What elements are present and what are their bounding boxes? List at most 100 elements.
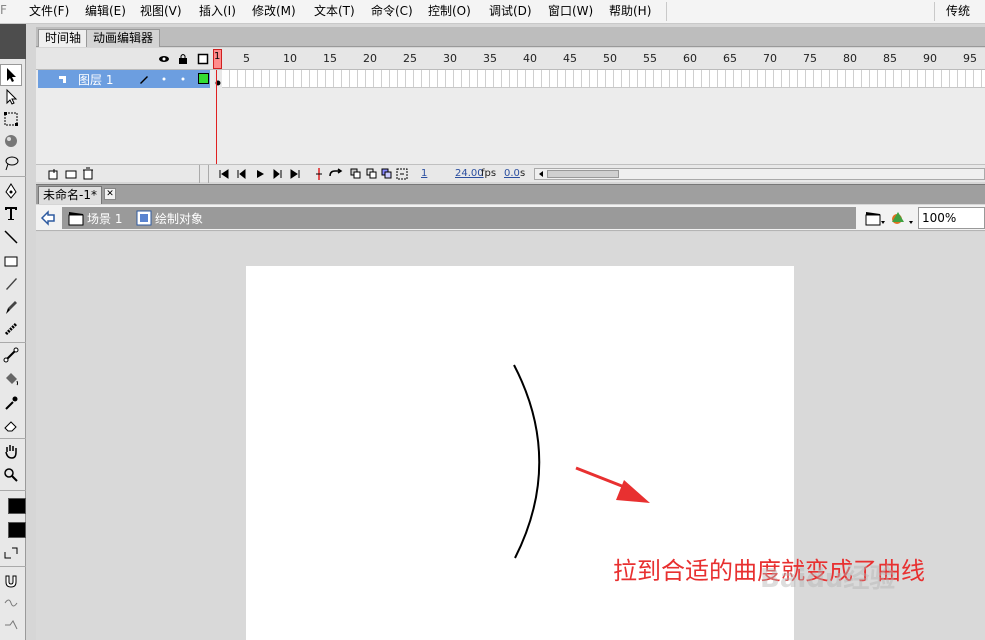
menu-window[interactable]: 窗口(W) xyxy=(548,3,593,19)
lasso-tool-icon[interactable] xyxy=(0,152,22,174)
delete-layer-icon[interactable] xyxy=(82,167,94,180)
layer-row[interactable]: 图层 1 xyxy=(38,70,210,88)
new-folder-icon[interactable] xyxy=(65,168,77,180)
tab-motion-editor[interactable]: 动画编辑器 xyxy=(86,29,161,47)
lock-icon[interactable] xyxy=(177,53,189,65)
menu-control[interactable]: 控制(O) xyxy=(428,3,471,19)
layer-outline-color-icon[interactable] xyxy=(198,73,209,84)
line-tool-icon[interactable] xyxy=(0,226,22,248)
menu-help[interactable]: 帮助(H) xyxy=(609,3,651,19)
center-frame-icon[interactable] xyxy=(314,168,324,180)
ruler-tick: 25 xyxy=(403,52,417,65)
menu-view[interactable]: 视图(V) xyxy=(140,3,182,19)
document-tab[interactable]: 未命名-1* xyxy=(38,186,102,204)
workspace-divider xyxy=(934,2,935,21)
timeline-tabbar: 时间轴 动画编辑器 xyxy=(36,27,985,47)
app-icon: F xyxy=(0,3,7,17)
ruler-tick: 10 xyxy=(283,52,297,65)
menu-file[interactable]: 文件(F) xyxy=(29,3,69,19)
frame-rate-value[interactable]: 24.00 xyxy=(455,168,484,179)
layer-icon xyxy=(59,76,66,83)
breadcrumb: 场景 1 绘制对象 xyxy=(62,207,856,229)
ruler-tick: 80 xyxy=(843,52,857,65)
menu-modify[interactable]: 修改(M) xyxy=(252,3,296,19)
zoom-field[interactable]: 100% xyxy=(918,207,985,229)
ruler-tick: 70 xyxy=(763,52,777,65)
subselection-tool-icon[interactable] xyxy=(0,86,22,108)
drawing-object-icon xyxy=(136,210,152,226)
menu-insert[interactable]: 插入(I) xyxy=(199,3,236,19)
rectangle-tool-icon[interactable] xyxy=(0,250,22,272)
playhead-frame-number: 1 xyxy=(214,51,221,62)
scroll-left-icon[interactable] xyxy=(537,170,545,178)
brush-tool-icon[interactable] xyxy=(0,296,22,318)
breadcrumb-scene[interactable]: 场景 1 xyxy=(87,210,122,227)
zoom-tool-icon[interactable] xyxy=(0,464,22,486)
tools-panel xyxy=(0,24,26,640)
ruler-tick: 90 xyxy=(923,52,937,65)
timeline-scrollbar[interactable] xyxy=(534,168,985,180)
eraser-tool-icon[interactable] xyxy=(0,414,22,436)
paint-bucket-tool-icon[interactable] xyxy=(0,368,22,390)
next-frame-icon[interactable] xyxy=(272,168,284,180)
3d-rotation-tool-icon[interactable] xyxy=(0,130,22,152)
ruler-tick: 75 xyxy=(803,52,817,65)
selection-tool-icon[interactable] xyxy=(0,64,22,86)
bone-tool-icon[interactable] xyxy=(0,344,22,366)
deco-tool-icon[interactable] xyxy=(0,318,22,340)
prev-frame-icon[interactable] xyxy=(235,168,247,180)
elapsed-time-value[interactable]: 0.0 xyxy=(504,168,520,179)
watermark: Baidu经验 xyxy=(760,564,896,594)
play-icon[interactable] xyxy=(254,168,266,180)
edit-scene-icon[interactable] xyxy=(864,209,886,227)
pencil-edit-icon xyxy=(140,76,148,84)
visibility-dot-icon[interactable] xyxy=(162,77,166,81)
ruler-tick: 60 xyxy=(683,52,697,65)
edit-symbols-icon[interactable] xyxy=(890,209,914,227)
loop-icon[interactable] xyxy=(328,168,344,180)
onion-skin-icon[interactable] xyxy=(350,168,362,180)
smooth-icon[interactable] xyxy=(0,592,22,614)
text-tool-icon[interactable] xyxy=(0,202,22,224)
scrollbar-thumb[interactable] xyxy=(547,170,619,178)
frame-grid[interactable] xyxy=(214,70,985,88)
menu-debug[interactable]: 调试(D) xyxy=(489,3,532,19)
swap-colors-icon[interactable] xyxy=(0,542,22,564)
snap-magnet-icon[interactable] xyxy=(0,570,22,592)
ruler-tick: 95 xyxy=(963,52,977,65)
lock-dot-icon[interactable] xyxy=(181,77,185,81)
tab-timeline[interactable]: 时间轴 xyxy=(38,29,89,47)
layer-name[interactable]: 图层 1 xyxy=(78,71,113,88)
first-frame-icon[interactable] xyxy=(218,168,230,180)
stroke-color-swatch[interactable] xyxy=(8,498,26,514)
outline-icon[interactable] xyxy=(197,53,209,65)
workspace-switcher[interactable]: 传统 xyxy=(946,3,970,19)
modify-onion-markers-icon[interactable] xyxy=(396,168,408,180)
footer-grip[interactable] xyxy=(199,165,209,183)
menu-commands[interactable]: 命令(C) xyxy=(371,3,413,19)
straighten-icon[interactable] xyxy=(0,614,22,636)
onion-skin-outlines-icon[interactable] xyxy=(366,168,378,180)
breadcrumb-drawing-object[interactable]: 绘制对象 xyxy=(155,210,203,227)
back-arrow-icon[interactable] xyxy=(40,210,56,226)
new-layer-icon[interactable] xyxy=(48,168,60,180)
ruler-tick: 65 xyxy=(723,52,737,65)
last-frame-icon[interactable] xyxy=(289,168,301,180)
eyedropper-tool-icon[interactable] xyxy=(0,392,22,414)
pencil-tool-icon[interactable] xyxy=(0,272,22,294)
menu-edit[interactable]: 编辑(E) xyxy=(85,3,126,19)
frame-rate-unit: fps xyxy=(481,168,497,179)
edit-multiple-frames-icon[interactable] xyxy=(381,168,393,180)
tools-divider xyxy=(0,438,26,439)
menu-text[interactable]: 文本(T) xyxy=(314,3,355,19)
free-transform-tool-icon[interactable] xyxy=(0,108,22,130)
pen-tool-icon[interactable] xyxy=(0,180,22,202)
document-tabbar: 未命名-1* ✕ xyxy=(36,184,985,204)
fill-color-swatch[interactable] xyxy=(8,522,26,538)
close-icon[interactable]: ✕ xyxy=(104,188,116,200)
ruler-tick: 35 xyxy=(483,52,497,65)
hand-tool-icon[interactable] xyxy=(0,440,22,462)
ruler-tick: 30 xyxy=(443,52,457,65)
current-frame-value[interactable]: 1 xyxy=(421,168,427,179)
eye-icon[interactable] xyxy=(158,53,170,65)
